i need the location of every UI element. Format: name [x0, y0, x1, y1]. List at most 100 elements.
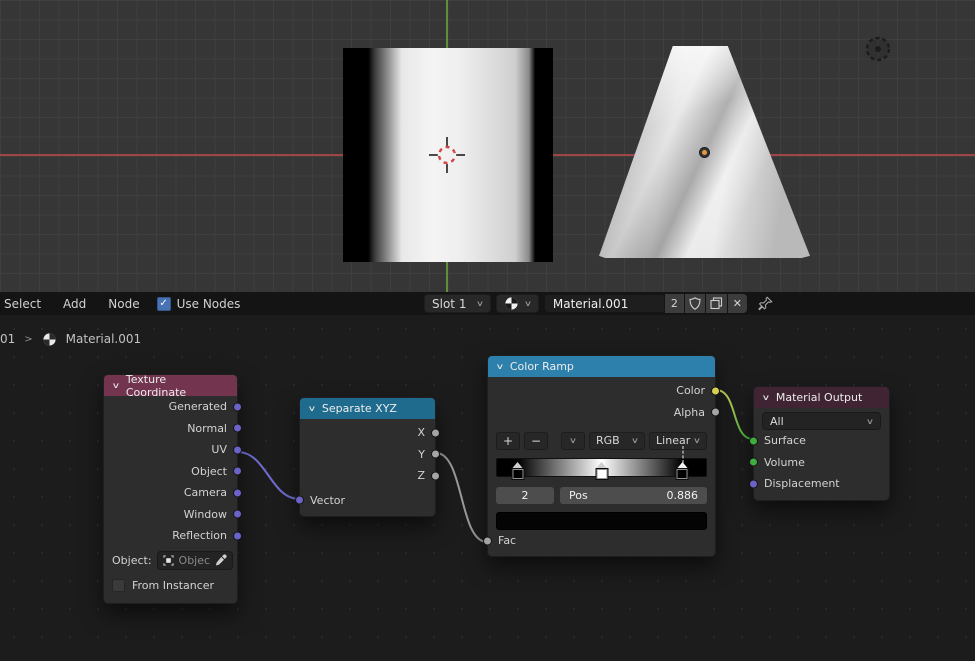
- eyedropper-icon[interactable]: [215, 554, 227, 566]
- socket-color-output[interactable]: [711, 386, 720, 396]
- output-label-color: Color: [676, 384, 705, 398]
- ramp-stop-0[interactable]: [511, 462, 525, 480]
- new-material-button[interactable]: [705, 294, 727, 313]
- socket-surface-input[interactable]: [749, 436, 758, 446]
- chevron-down-icon[interactable]: ∨: [496, 362, 505, 371]
- input-label-surface: Surface: [764, 434, 806, 448]
- shield-icon: [689, 297, 701, 310]
- color-mode-dropdown[interactable]: RGB ∨: [588, 431, 646, 450]
- socket-x-output[interactable]: [431, 428, 440, 438]
- breadcrumb: 01 > Material.001: [0, 330, 141, 348]
- add-stop-button[interactable]: +: [496, 431, 520, 450]
- output-label-y: Y: [418, 447, 425, 461]
- fake-user-button[interactable]: [684, 294, 705, 313]
- color-mode-value: RGB: [595, 434, 620, 447]
- active-stop-color-swatch[interactable]: [496, 512, 707, 530]
- node-header-material-output[interactable]: ∨ Material Output: [754, 387, 889, 408]
- chevron-down-icon[interactable]: ∨: [308, 404, 317, 413]
- pos-label: Pos: [569, 489, 588, 502]
- output-label-generated: Generated: [168, 400, 227, 414]
- socket-normal-output[interactable]: [233, 423, 242, 433]
- remove-stop-button[interactable]: −: [523, 431, 548, 450]
- node-separate-xyz[interactable]: ∨ Separate XYZ X Y Z Vector: [295, 397, 440, 517]
- blender-window: Select Add Node ✓ Use Nodes Slot 1 ∨ ∨ M…: [0, 0, 975, 661]
- input-label-vector: Vector: [310, 493, 346, 507]
- chevron-down-icon: ∨: [523, 299, 533, 308]
- socket-fac-input[interactable]: [483, 536, 492, 546]
- users-count-button[interactable]: 2: [664, 294, 684, 313]
- from-instancer-toggle[interactable]: From Instancer: [104, 574, 237, 598]
- chevron-down-icon[interactable]: ∨: [762, 393, 771, 402]
- output-label-x: X: [417, 426, 425, 440]
- node-color-ramp[interactable]: ∨ Color Ramp Color Alpha + − ∨ RGB ∨ Lin…: [483, 355, 720, 557]
- color-ramp-gradient[interactable]: [496, 446, 707, 480]
- socket-reflection-output[interactable]: [233, 531, 242, 541]
- breadcrumb-parent[interactable]: 01: [0, 332, 15, 346]
- menu-node[interactable]: Node: [97, 297, 150, 311]
- node-header-color-ramp[interactable]: ∨ Color Ramp: [488, 356, 715, 377]
- node-title: Separate XYZ: [321, 402, 397, 415]
- interpolation-dropdown[interactable]: Linear ∨: [649, 431, 707, 450]
- node-header-texture-coordinate[interactable]: ∨ Texture Coordinate: [104, 372, 237, 399]
- interpolation-value: Linear: [656, 434, 691, 447]
- output-label-uv: UV: [211, 443, 227, 457]
- ramp-options-dropdown[interactable]: ∨: [560, 431, 585, 450]
- socket-camera-output[interactable]: [233, 488, 242, 498]
- duplicate-icon: [710, 297, 722, 310]
- object-data-icon: [162, 554, 174, 566]
- socket-volume-input[interactable]: [749, 457, 758, 467]
- material-name-input[interactable]: Material.001: [543, 294, 665, 313]
- node-texture-coordinate[interactable]: ∨ Texture Coordinate Generated Normal UV…: [103, 372, 242, 604]
- navigate-gizmo-icon[interactable]: [862, 33, 894, 65]
- socket-object-output[interactable]: [233, 466, 242, 476]
- socket-generated-output[interactable]: [233, 402, 242, 412]
- node-material-output[interactable]: ∨ Material Output All ∨ Surface Volume D…: [749, 386, 890, 501]
- output-label-normal: Normal: [187, 421, 227, 435]
- material-sphere-icon: [505, 297, 518, 310]
- socket-z-output[interactable]: [431, 471, 440, 481]
- pin-icon[interactable]: [757, 296, 773, 311]
- chevron-down-icon: ∨: [631, 436, 640, 445]
- checkbox-checked-icon[interactable]: ✓: [156, 296, 171, 311]
- menu-add[interactable]: Add: [52, 297, 97, 311]
- ramp-stop-2-selected[interactable]: [675, 446, 689, 480]
- chevron-down-icon[interactable]: ∨: [112, 381, 121, 390]
- 3d-viewport[interactable]: [0, 0, 975, 292]
- ramp-stop-1[interactable]: [595, 462, 608, 480]
- output-label-window: Window: [183, 507, 227, 521]
- node-editor-header: Select Add Node ✓ Use Nodes Slot 1 ∨ ∨ M…: [0, 292, 975, 315]
- active-stop-index-field[interactable]: 2: [496, 487, 554, 504]
- use-nodes-toggle[interactable]: ✓ Use Nodes: [156, 296, 241, 311]
- input-label-fac: Fac: [498, 534, 517, 548]
- input-label-volume: Volume: [764, 455, 805, 469]
- object-select-field[interactable]: Objec: [156, 550, 234, 570]
- socket-uv-output[interactable]: [233, 445, 242, 455]
- chevron-down-icon: ∨: [568, 436, 578, 445]
- socket-alpha-output[interactable]: [711, 407, 720, 417]
- input-label-displacement: Displacement: [764, 477, 840, 491]
- node-header-separate-xyz[interactable]: ∨ Separate XYZ: [300, 398, 435, 419]
- socket-displacement-input[interactable]: [749, 479, 758, 489]
- socket-vector-input[interactable]: [295, 495, 304, 505]
- stop-position-slider[interactable]: Pos 0.886: [560, 487, 707, 504]
- breadcrumb-material[interactable]: Material.001: [66, 332, 141, 346]
- from-instancer-label: From Instancer: [132, 579, 215, 592]
- socket-window-output[interactable]: [233, 509, 242, 519]
- material-browse-dropdown[interactable]: ∨: [496, 294, 539, 313]
- unlink-button[interactable]: ✕: [727, 294, 747, 313]
- node-title: Material Output: [775, 391, 863, 404]
- socket-y-output[interactable]: [431, 449, 440, 459]
- object-field-label: Object:: [112, 553, 152, 567]
- menu-select[interactable]: Select: [0, 297, 52, 311]
- node-title: Texture Coordinate: [125, 372, 187, 399]
- checkbox-unchecked-icon[interactable]: [112, 579, 125, 592]
- object-origin-dot: [700, 148, 709, 157]
- slot-dropdown[interactable]: Slot 1 ∨: [424, 294, 491, 313]
- 3d-cursor-icon: [429, 137, 465, 173]
- object-field-placeholder: Objec: [178, 553, 211, 567]
- use-nodes-label: Use Nodes: [176, 296, 241, 311]
- output-target-value: All: [770, 414, 784, 428]
- chevron-down-icon: ∨: [692, 436, 702, 445]
- node-title: Color Ramp: [509, 360, 574, 373]
- output-target-dropdown[interactable]: All ∨: [762, 412, 881, 430]
